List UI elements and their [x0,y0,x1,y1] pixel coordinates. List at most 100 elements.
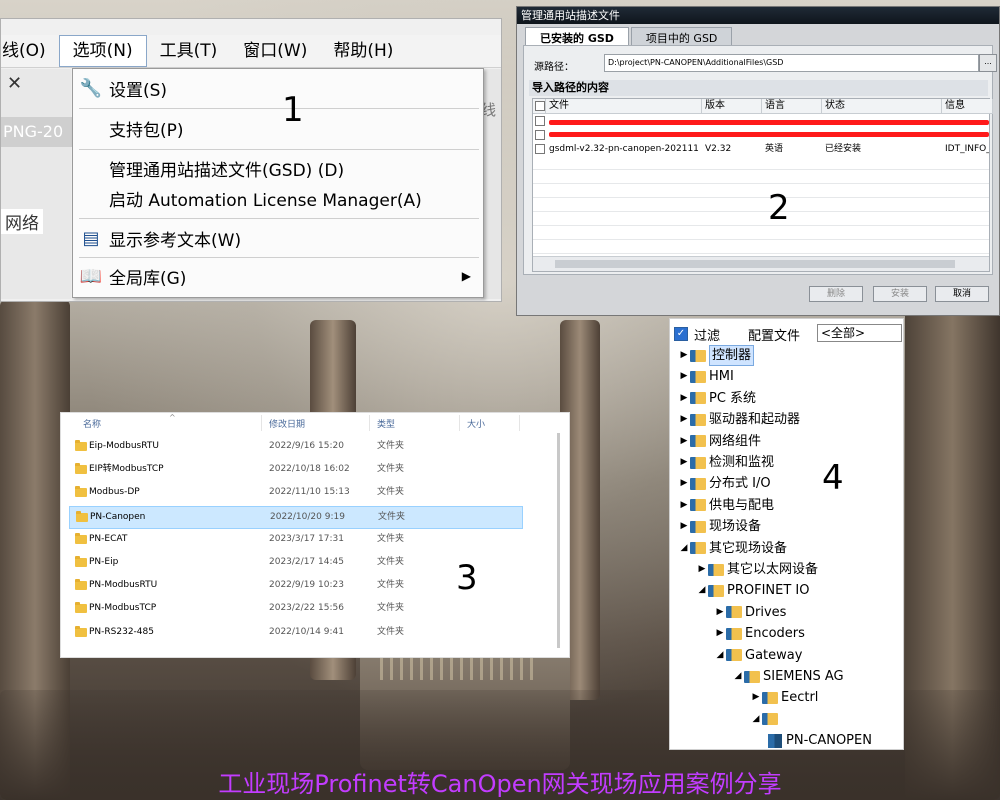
expand-icon[interactable]: ▶ [678,453,690,472]
browse-button[interactable]: ... [979,54,997,72]
folder-icon [690,392,706,405]
expand-icon[interactable]: ▶ [696,560,708,579]
col-version[interactable]: 版本 [702,99,762,114]
tree-node[interactable]: ▶ Encoders [714,624,805,643]
expand-icon[interactable]: ▶ [750,688,762,707]
folder-icon [726,649,742,662]
source-path-field[interactable]: D:\project\PN-CANOPEN\AdditionalFiles\GS… [604,54,979,72]
menu-item-support-packages[interactable]: 支持包(P) [73,113,483,143]
folder-icon [708,563,724,576]
tree-node[interactable]: ▶ Drives [714,603,787,622]
col-modified[interactable]: 修改日期 [269,417,305,430]
expand-icon[interactable]: ▶ [678,432,690,451]
tree-node[interactable]: ▶ 现场设备 [678,517,761,536]
profile-label: 配置文件 [748,328,801,344]
expand-icon[interactable]: ▶ [678,496,690,515]
tree-node[interactable]: ▶ 供电与配电 [678,496,774,515]
file-name: PN-ModbusTCP [89,603,157,614]
profile-select[interactable]: <全部> [817,324,902,342]
col-language[interactable]: 语言 [762,99,822,114]
menu-online[interactable]: 线(O) [1,36,59,66]
scrollbar-thumb[interactable] [555,260,955,268]
file-row[interactable]: PN-Canopen 2022/10/20 9:19 文件夹 [69,505,523,529]
menu-item-manage-gsd[interactable]: 管理通用站描述文件(GSD) (D) [73,153,483,183]
folder-icon [690,542,706,555]
tree-device-item[interactable]: PN-CANOPEN [768,731,872,749]
tree-node[interactable]: ▶ 网络组件 [678,432,761,451]
col-info[interactable]: 信息 [942,99,993,114]
expand-icon[interactable]: ▶ [678,517,690,536]
file-row[interactable]: PN-ModbusTCP 2023/2/22 15:56 文件夹 [69,598,521,619]
tree-node-label: HMI [709,369,734,385]
device-icon [768,733,782,748]
tree-node[interactable]: ▶ 分布式 I/O [678,474,771,493]
tree-node[interactable]: ◢ SIEMENS AG [732,667,844,686]
col-name[interactable]: 名称 [83,417,101,430]
table-row-redacted[interactable] [533,114,989,128]
vertical-scrollbar[interactable] [557,433,560,648]
collapse-icon[interactable]: ◢ [714,646,726,665]
col-file[interactable]: 文件 [546,99,702,114]
tree-node-label: Gateway [745,647,803,663]
expand-icon[interactable]: ▶ [678,474,690,493]
tree-node[interactable]: ▶ HMI [678,367,734,386]
horizontal-scrollbar[interactable] [533,256,989,271]
col-size[interactable]: 大小 [467,417,485,430]
file-row[interactable]: PN-ModbusRTU 2022/9/19 10:23 文件夹 [69,575,521,596]
source-path-label: 源路径： [534,62,574,73]
collapse-icon[interactable]: ◢ [678,539,690,558]
tree-node[interactable]: ▶ 其它以太网设备 [696,560,818,579]
menu-window[interactable]: 窗口(W) [230,36,320,66]
expand-icon[interactable]: ▶ [678,346,690,365]
network-view-fragment[interactable]: 网络 [1,209,43,234]
tree-node[interactable]: ◢ Gateway [714,646,803,665]
close-icon[interactable]: ✕ [7,73,22,94]
col-type[interactable]: 类型 [377,417,395,430]
filter-checkbox[interactable]: ✓ [674,327,688,341]
file-row[interactable]: PN-Eip 2023/2/17 14:45 文件夹 [69,552,521,573]
menu-help[interactable]: 帮助(H) [320,36,406,66]
file-row[interactable]: Eip-ModbusRTU 2022/9/16 15:20 文件夹 [69,436,521,457]
col-status[interactable]: 状态 [822,99,942,114]
menu-item-global-libraries[interactable]: 📖 全局库(G) ▶ [73,261,483,291]
tree-node-label: Encoders [745,626,805,642]
file-row[interactable]: EIP转ModbusTCP 2022/10/18 16:02 文件夹 [69,459,521,480]
cancel-button[interactable]: 取消 [935,286,989,302]
delete-button[interactable]: 删除 [809,286,863,302]
table-row[interactable]: gsdml-v2.32-pn-canopen-202111... V2.32 英… [533,142,989,156]
expand-icon[interactable]: ▶ [714,624,726,643]
install-button[interactable]: 安装 [873,286,927,302]
file-name: PN-Canopen [90,511,146,522]
collapse-icon[interactable]: ◢ [732,667,744,686]
menu-options[interactable]: 选项(N) [58,35,147,67]
file-row[interactable]: PN-RS232-485 2022/10/14 9:41 文件夹 [69,622,521,643]
menu-item-settings[interactable]: 🔧 设置(S) [73,73,483,103]
expand-icon[interactable]: ▶ [678,367,690,386]
expand-icon[interactable]: ▶ [714,603,726,622]
menu-item-license-manager[interactable]: 启动 Automation License Manager(A) [73,183,483,213]
tree-node[interactable]: ▶ Eectrl [750,688,819,707]
tree-node[interactable]: ◢ PROFINET IO [696,581,810,600]
header-checkbox[interactable] [533,99,546,114]
file-row[interactable]: Modbus-DP 2022/11/10 15:13 文件夹 [69,482,521,503]
table-row-redacted[interactable] [533,128,989,142]
file-type: 文件夹 [377,557,405,567]
expand-icon[interactable]: ▶ [678,389,690,408]
menu-item-reference-text[interactable]: ▤ 显示参考文本(W) [73,223,483,253]
file-name: EIP转ModbusTCP [89,464,164,475]
file-date: 2022/10/18 16:02 [269,464,350,475]
collapse-icon[interactable]: ◢ [696,581,708,600]
tree-node[interactable]: ▶ 检测和监视 [678,453,774,472]
tree-node[interactable]: ◢ 其它现场设备 [678,539,787,558]
project-tab-fragment: PNG-20 [1,117,73,147]
menu-tools[interactable]: 工具(T) [147,36,231,66]
tree-node[interactable]: ◢ [750,710,781,729]
tree-node[interactable]: ▶ PC 系统 [678,389,757,408]
file-row[interactable]: PN-ECAT 2023/3/17 17:31 文件夹 [69,529,521,550]
sort-up-icon: ^ [169,413,176,422]
menubar: 线(O) 选项(N) 工具(T) 窗口(W) 帮助(H) [1,35,501,68]
tree-node[interactable]: ▶ 控制器 [678,345,755,366]
tree-node[interactable]: ▶ 驱动器和起动器 [678,410,800,429]
expand-icon[interactable]: ▶ [678,410,690,429]
collapse-icon[interactable]: ◢ [750,710,762,729]
